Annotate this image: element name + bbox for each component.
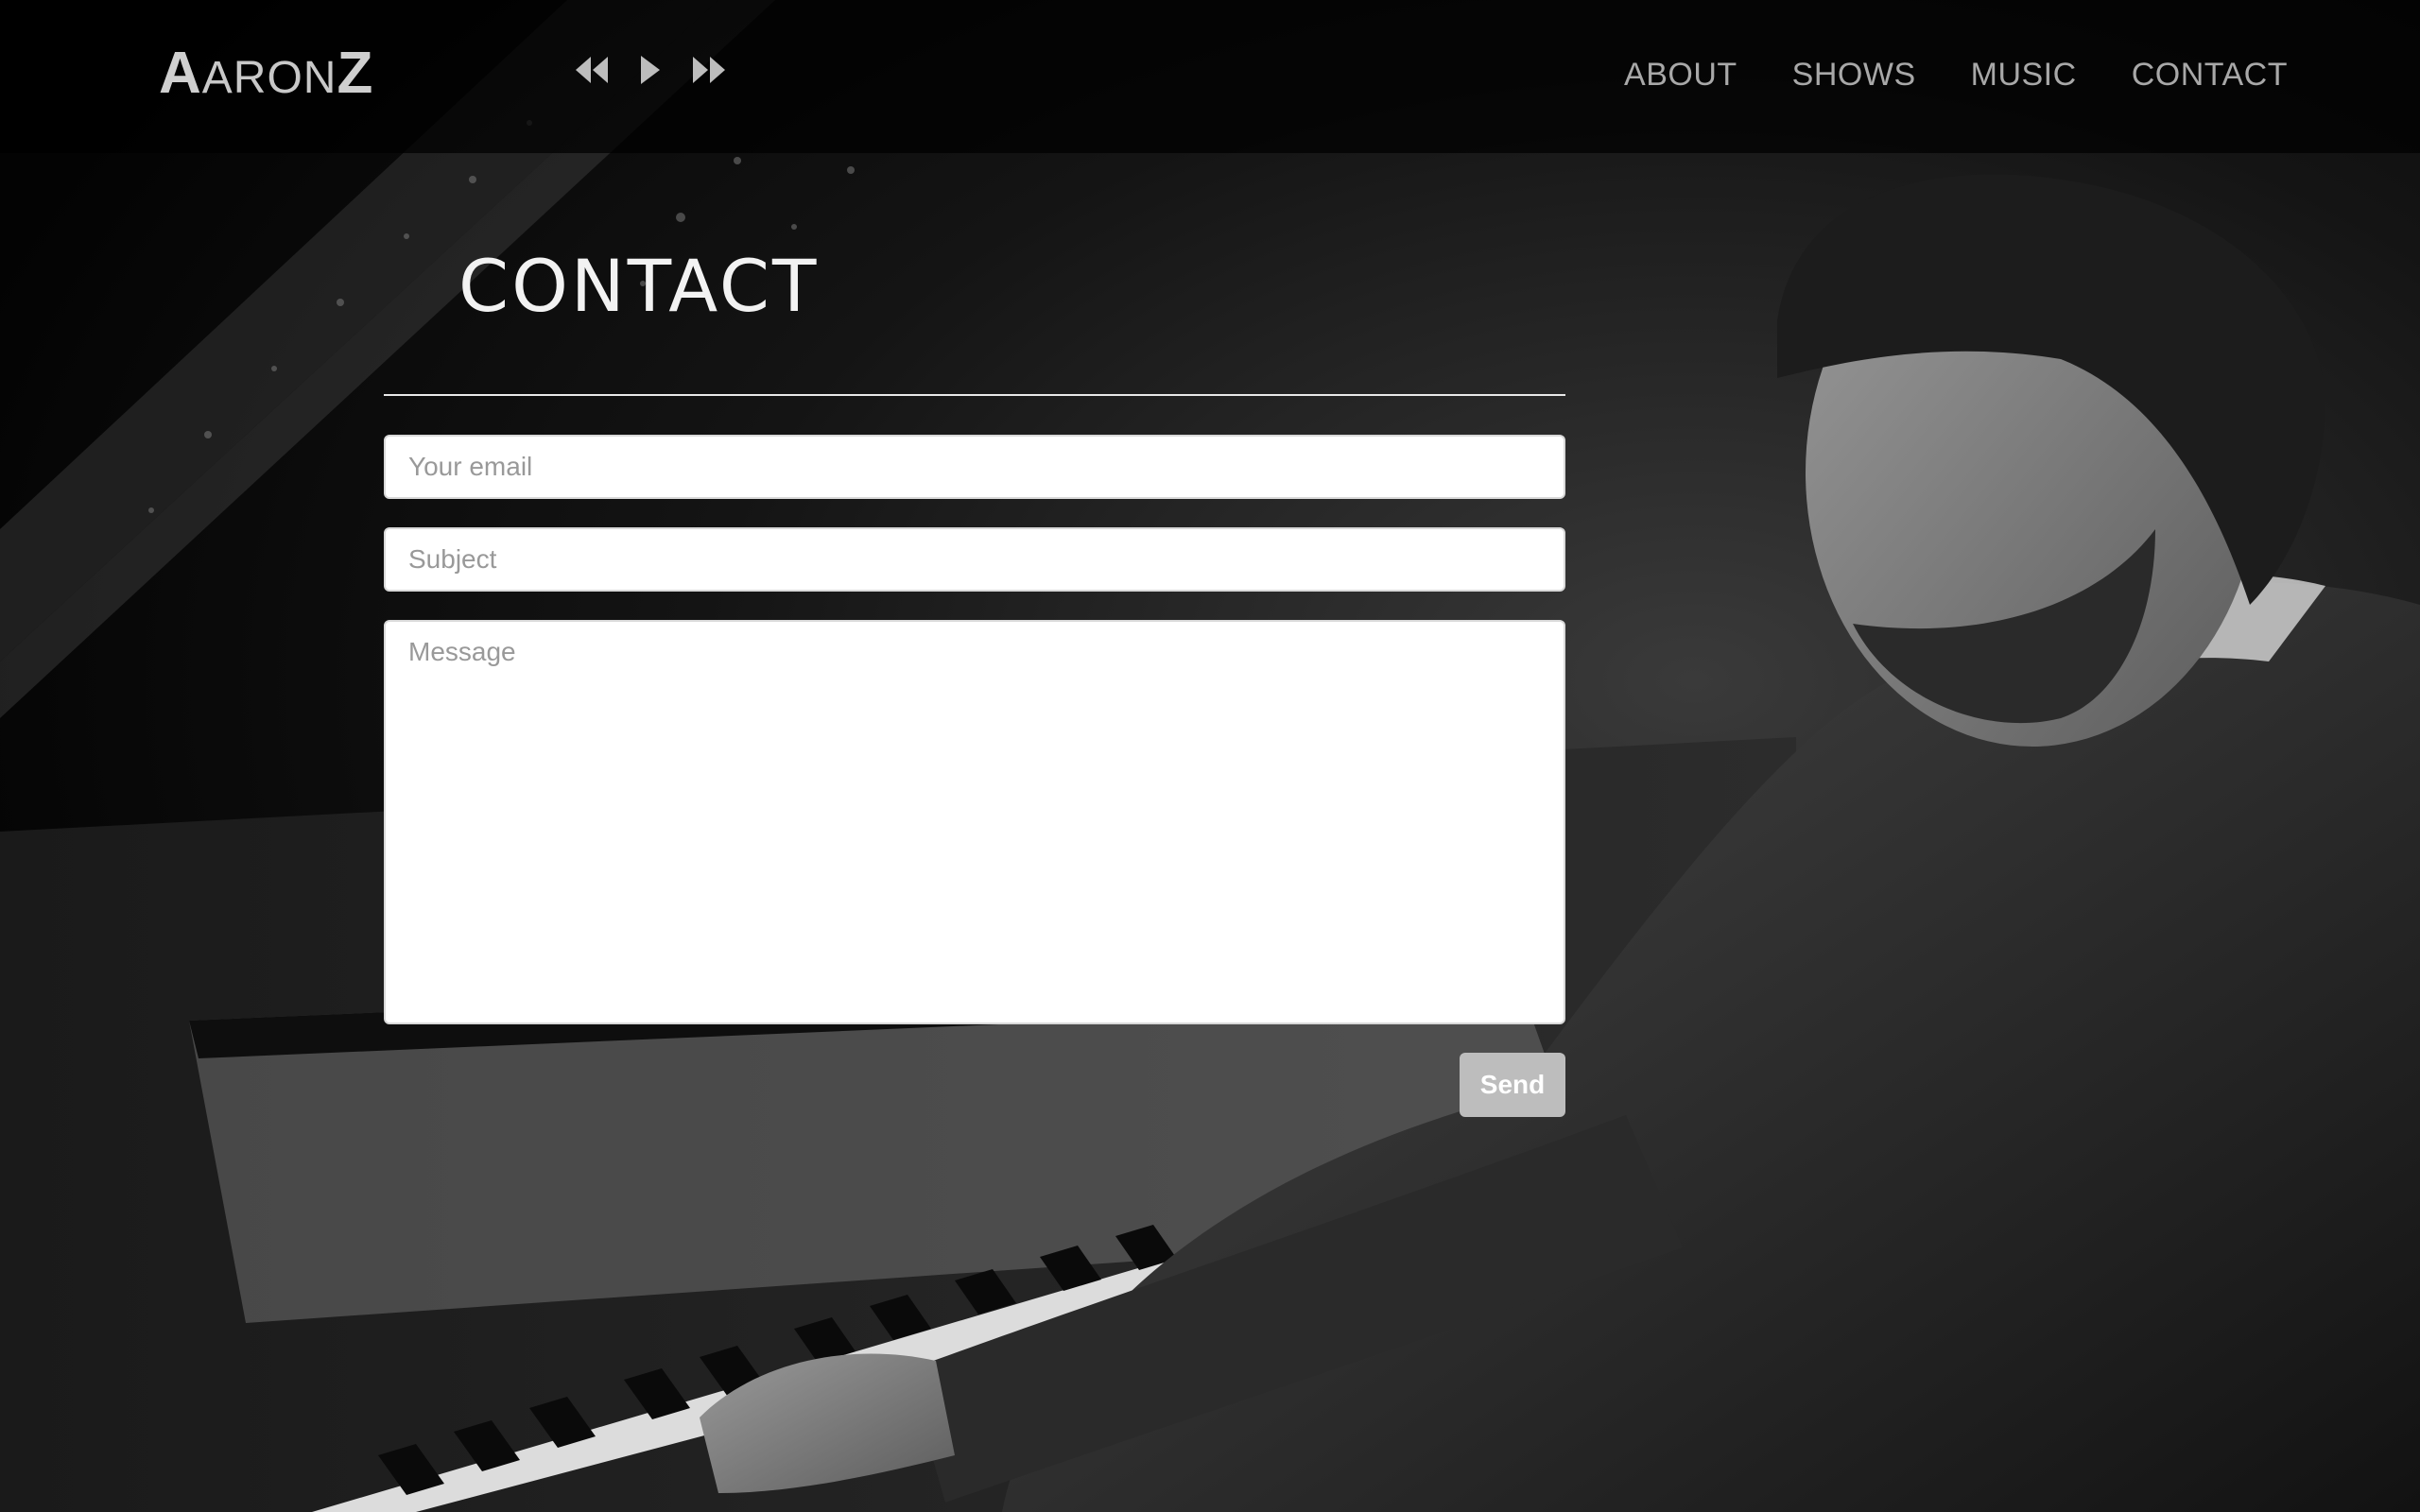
nav-music[interactable]: MUSIC <box>1971 57 2077 94</box>
play-icon <box>641 56 660 84</box>
subject-field[interactable] <box>384 527 1565 592</box>
contact-title: CONTACT <box>458 244 820 328</box>
nav-contact[interactable]: CONTACT <box>2132 57 2288 94</box>
nav-shows[interactable]: SHOWS <box>1792 57 1916 94</box>
main-nav: ABOUT SHOWS MUSIC CONTACT <box>1624 57 2288 94</box>
fast-forward-button[interactable] <box>692 53 726 87</box>
rewind-button[interactable] <box>575 53 609 87</box>
fast-forward-icon <box>693 57 725 83</box>
audio-player-controls <box>575 49 726 91</box>
message-field[interactable] <box>384 620 1565 1024</box>
logo-initial-a: A <box>159 41 202 106</box>
title-divider <box>384 394 1565 396</box>
email-field[interactable] <box>384 435 1565 499</box>
play-button[interactable] <box>633 53 667 87</box>
top-navbar: AARONZ ABOUT SHOWS MUSIC CONTACT <box>0 0 2420 153</box>
logo-initial-z: Z <box>337 41 374 106</box>
site-logo[interactable]: AARONZ <box>159 40 373 107</box>
send-button[interactable]: Send <box>1460 1053 1565 1117</box>
nav-about[interactable]: ABOUT <box>1624 57 1737 94</box>
rewind-icon <box>576 57 608 83</box>
logo-middle: ARON <box>201 53 337 103</box>
page: AARONZ ABOUT SHOWS MUSIC CONTACT CONTACT… <box>0 0 2420 1512</box>
